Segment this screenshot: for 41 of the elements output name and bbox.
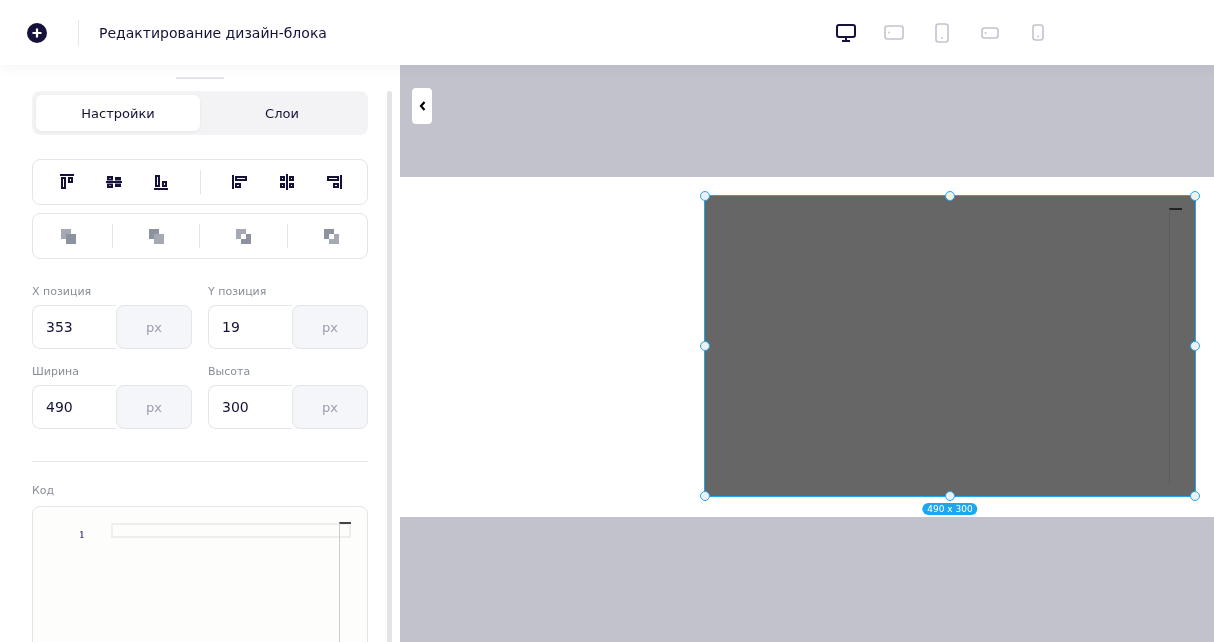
align-right-icon[interactable] (325, 174, 342, 190)
chevron-left-icon (418, 101, 426, 111)
align-middle-icon[interactable] (105, 174, 122, 190)
bring-forward-icon[interactable] (60, 227, 78, 245)
align-bottom-icon[interactable] (152, 174, 169, 190)
resize-handle[interactable] (1190, 191, 1200, 201)
number-input[interactable]: 19 (208, 305, 292, 349)
field-label: X позиция (32, 285, 93, 298)
resize-handle[interactable] (1190, 341, 1200, 351)
field-label: Код (32, 484, 56, 497)
bring-to-front-icon[interactable] (235, 227, 253, 245)
resize-handle[interactable] (945, 191, 955, 201)
collapse-panel-button[interactable] (412, 88, 432, 124)
tab[interactable]: Слои (200, 95, 364, 131)
page-title: Редактирование дизайн-блока (99, 24, 327, 41)
field-label: Y позиция (208, 285, 268, 298)
resize-handle[interactable] (700, 341, 710, 351)
send-backward-icon[interactable] (147, 227, 165, 245)
unit-label: px (292, 385, 368, 429)
size-badge: 490 x 300 (922, 503, 978, 515)
field-label: Высота (208, 365, 252, 378)
number-input[interactable]: 490 (32, 385, 116, 429)
send-to-back-icon[interactable] (322, 227, 340, 245)
resize-handle[interactable] (1190, 491, 1200, 501)
number-input[interactable]: 353 (32, 305, 116, 349)
align-top-icon[interactable] (58, 174, 75, 190)
unit-label: px (116, 385, 192, 429)
number-input[interactable]: 300 (208, 385, 292, 429)
resize-handle[interactable] (700, 491, 710, 501)
align-center-icon[interactable] (278, 174, 295, 190)
resize-handle[interactable] (700, 191, 710, 201)
align-left-icon[interactable] (231, 174, 248, 190)
code-editor[interactable]: 1 (32, 506, 368, 642)
add-icon[interactable] (27, 22, 47, 43)
line-number: 1 (78, 529, 85, 540)
unit-label: px (292, 305, 368, 349)
scrollbar[interactable] (387, 91, 392, 642)
resize-handle[interactable] (945, 491, 955, 501)
unit-label: px (116, 305, 192, 349)
tab[interactable]: Настройки (36, 95, 200, 131)
field-label: Ширина (32, 365, 80, 378)
